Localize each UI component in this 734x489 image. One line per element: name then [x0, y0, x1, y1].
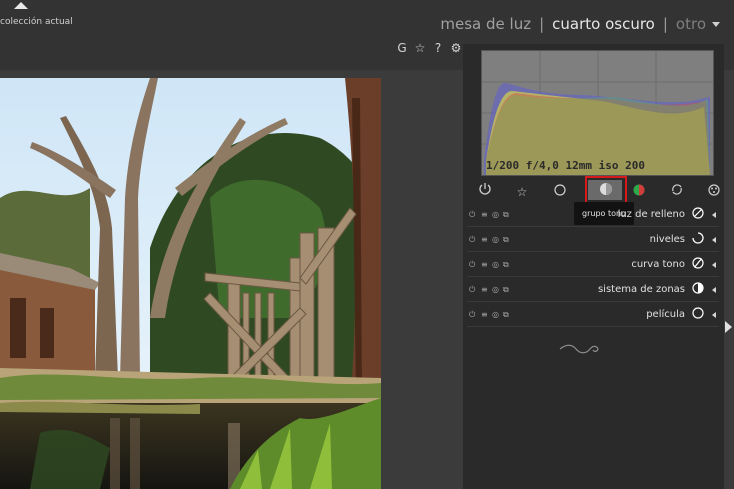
module-power-icon[interactable]: ⏻: [469, 235, 475, 245]
module-multi-instance-icon[interactable]: ◎: [492, 285, 499, 294]
module-power-icon[interactable]: ⏻: [469, 310, 475, 320]
tone-group-icon[interactable]: [595, 181, 617, 203]
power-icon[interactable]: [474, 181, 496, 203]
histogram-graph: [482, 51, 713, 175]
gear-icon[interactable]: ⚙: [450, 41, 462, 55]
module-reset-icon[interactable]: ⧉: [503, 210, 509, 220]
expand-arrow-icon[interactable]: [712, 212, 716, 218]
histogram[interactable]: 1/200 f/4,0 12mm iso 200: [481, 50, 714, 176]
levels-icon: [691, 232, 705, 246]
film-icon: [691, 307, 705, 321]
exposure-info: 1/200 f/4,0 12mm iso 200: [486, 159, 645, 172]
module-presets-icon[interactable]: ≡: [481, 210, 488, 219]
view-separator: |: [662, 15, 668, 33]
fill-light-icon: [691, 207, 705, 221]
view-other[interactable]: otro: [676, 15, 706, 33]
module-zone-system[interactable]: ⏻ ≡ ◎ ⧉ sistema de zonas: [467, 279, 719, 302]
module-film[interactable]: ⏻ ≡ ◎ ⧉ película: [467, 304, 719, 327]
module-multi-instance-icon[interactable]: ◎: [492, 235, 499, 244]
right-panel: 1/200 f/4,0 12mm iso 200 ☆ grupo tono ⏻ …: [463, 44, 724, 489]
flourish-divider: [559, 344, 599, 354]
center-view: [0, 70, 463, 489]
module-name: curva tono: [631, 259, 685, 270]
color-group-icon[interactable]: [628, 181, 650, 203]
expand-arrow-icon[interactable]: [712, 237, 716, 243]
views-dropdown-icon[interactable]: [712, 22, 720, 27]
module-multi-instance-icon[interactable]: ◎: [492, 260, 499, 269]
module-presets-icon[interactable]: ≡: [481, 285, 488, 294]
module-presets-icon[interactable]: ≡: [481, 260, 488, 269]
module-presets-icon[interactable]: ≡: [481, 235, 488, 244]
view-separator: |: [539, 15, 545, 33]
module-power-icon[interactable]: ⏻: [469, 285, 475, 295]
help-icon[interactable]: ?: [432, 41, 444, 55]
module-power-icon[interactable]: ⏻: [469, 210, 475, 220]
module-name: niveles: [649, 234, 685, 245]
expand-arrow-icon[interactable]: [712, 312, 716, 318]
correction-icon[interactable]: [666, 181, 688, 203]
module-reset-icon[interactable]: ⧉: [503, 285, 509, 295]
module-reset-icon[interactable]: ⧉: [503, 235, 509, 245]
module-presets-icon[interactable]: ≡: [481, 310, 488, 319]
module-reset-icon[interactable]: ⧉: [503, 310, 509, 320]
module-levels[interactable]: ⏻ ≡ ◎ ⧉ niveles: [467, 229, 719, 252]
module-fill-light[interactable]: ⏻ ≡ ◎ ⧉ luz de relleno: [467, 204, 719, 227]
expand-arrow-icon[interactable]: [712, 262, 716, 268]
module-name: sistema de zonas: [597, 284, 685, 295]
module-multi-instance-icon[interactable]: ◎: [492, 310, 499, 319]
quick-access-icons: G ☆ ? ⚙: [396, 41, 462, 55]
photo-image[interactable]: [0, 78, 381, 489]
tone-curve-icon: [691, 257, 705, 271]
module-name: película: [646, 309, 685, 320]
collection-label: colección actual: [0, 17, 73, 27]
star-icon[interactable]: ☆: [511, 181, 533, 203]
module-power-icon[interactable]: ⏻: [469, 260, 475, 270]
module-tone-curve[interactable]: ⏻ ≡ ◎ ⧉ curva tono: [467, 254, 719, 277]
collapse-top-arrow-icon[interactable]: [14, 2, 28, 9]
module-reset-icon[interactable]: ⧉: [503, 260, 509, 270]
effect-icon[interactable]: [703, 181, 725, 203]
zone-system-icon: [691, 282, 705, 296]
expand-arrow-icon[interactable]: [712, 287, 716, 293]
view-lighttable[interactable]: mesa de luz: [440, 15, 531, 33]
view-darkroom[interactable]: cuarto oscuro: [552, 15, 655, 33]
module-group-tabs: ☆ grupo tono: [471, 176, 721, 225]
module-name: luz de relleno: [617, 209, 685, 220]
module-multi-instance-icon[interactable]: ◎: [492, 210, 499, 219]
view-switcher: mesa de luz | cuarto oscuro | otro: [440, 15, 706, 33]
grouping-icon[interactable]: G: [396, 41, 408, 55]
circle-icon[interactable]: [549, 181, 571, 203]
collapse-right-panel-arrow-icon[interactable]: [725, 321, 732, 333]
star-icon[interactable]: ☆: [414, 41, 426, 55]
